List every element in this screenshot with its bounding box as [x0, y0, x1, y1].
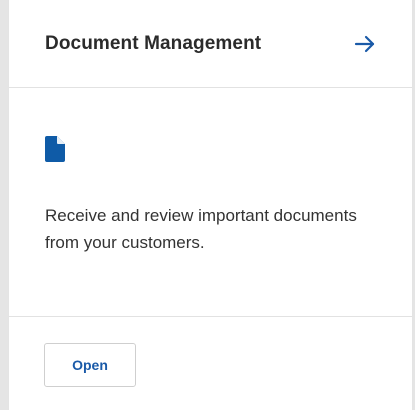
card-header: Document Management [9, 0, 412, 88]
card-footer: Open [9, 317, 412, 409]
card-description: Receive and review important documents f… [45, 206, 357, 252]
card-title: Document Management [45, 32, 262, 54]
document-management-card: Document Management Receive and review i… [8, 0, 413, 410]
document-icon [45, 136, 65, 162]
open-button[interactable]: Open [44, 343, 136, 387]
card-body: Receive and review important documents f… [9, 88, 412, 317]
arrow-right-icon[interactable] [354, 34, 376, 54]
